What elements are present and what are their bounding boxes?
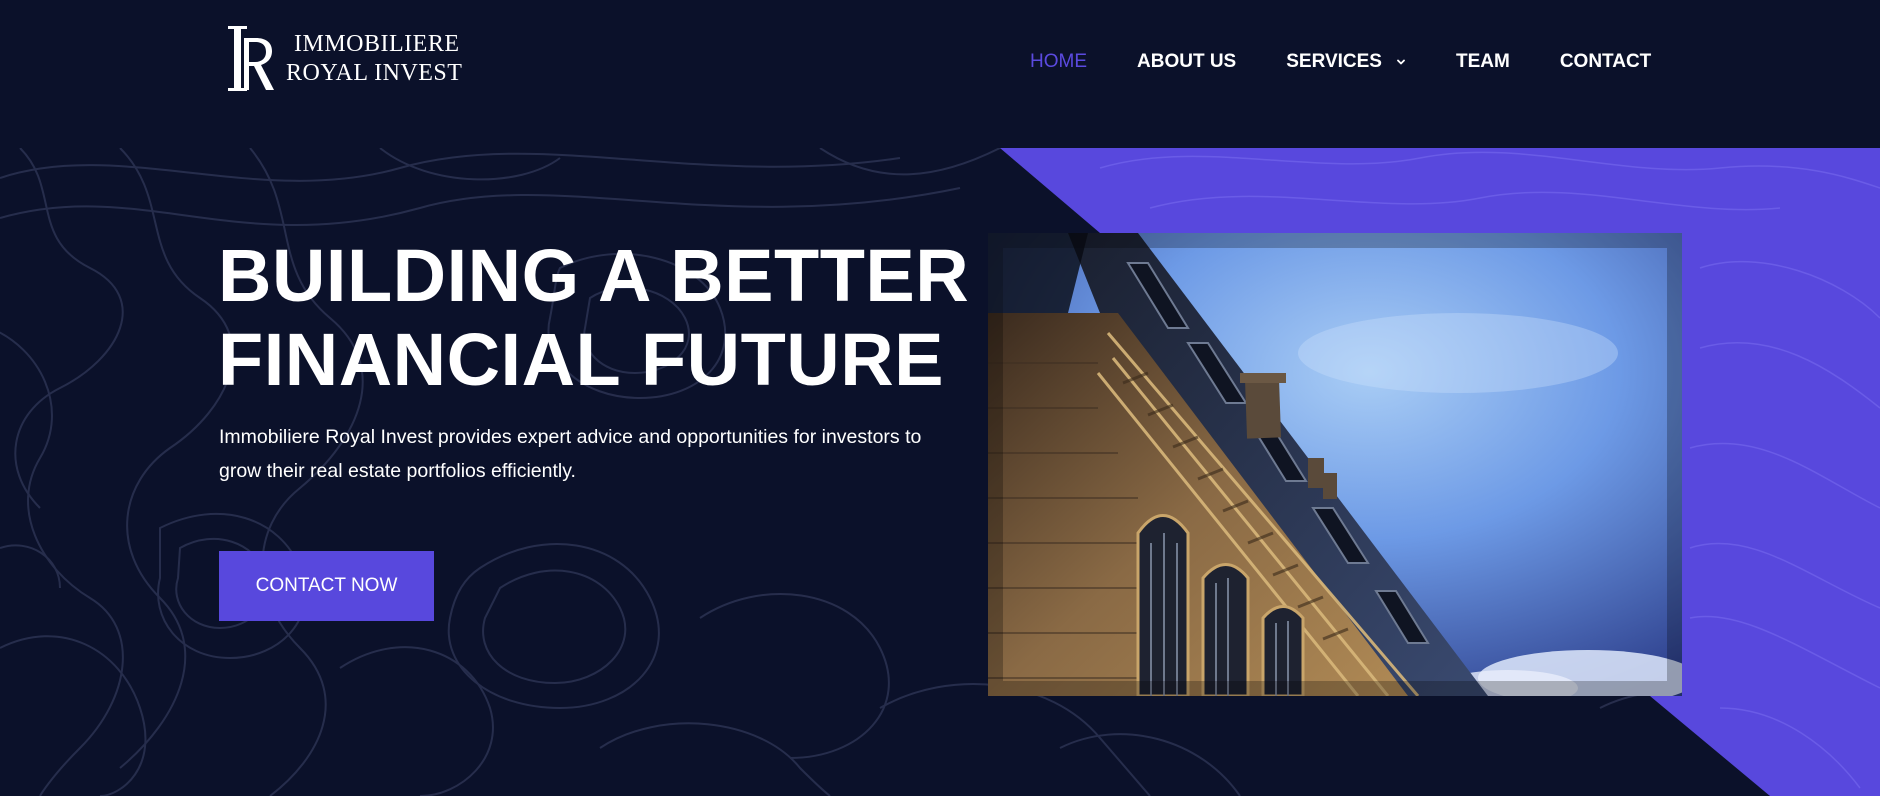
logo-line-2: ROYAL INVEST	[286, 60, 463, 86]
nav-services[interactable]: SERVICES	[1286, 51, 1406, 73]
building-facade-photo	[988, 233, 1682, 696]
contact-now-button[interactable]: CONTACT NOW	[219, 551, 434, 621]
nav-team[interactable]: TEAM	[1456, 51, 1510, 73]
hero-description: Immobiliere Royal Invest provides expert…	[219, 426, 922, 482]
nav-about-us[interactable]: ABOUT US	[1137, 51, 1236, 73]
nav-contact[interactable]: CONTACT	[1560, 51, 1651, 73]
hero-headline: BUILDING A BETTER FINANCIAL FUTURE	[218, 234, 969, 402]
headline-line-1: BUILDING A BETTER	[218, 234, 970, 317]
site-header: IMMOBILIERE ROYAL INVEST HOME ABOUT US S…	[0, 0, 1880, 148]
chevron-down-icon	[1397, 59, 1405, 65]
logo[interactable]: IMMOBILIERE ROYAL INVEST	[226, 24, 476, 94]
logo-wordmark: IMMOBILIERE ROYAL INVEST	[286, 30, 462, 88]
nav-home[interactable]: HOME	[1030, 51, 1087, 73]
logo-line-1: IMMOBILIERE	[294, 31, 460, 57]
nav-services-label: SERVICES	[1286, 51, 1382, 72]
main-nav: HOME ABOUT US SERVICES TEAM CONTACT	[1030, 50, 1651, 74]
ir-monogram-icon	[228, 26, 274, 91]
page: IMMOBILIERE ROYAL INVEST HOME ABOUT US S…	[0, 0, 1880, 796]
hero-section: BUILDING A BETTER FINANCIAL FUTURE Immob…	[0, 148, 1880, 796]
headline-line-2: FINANCIAL FUTURE	[218, 318, 945, 401]
